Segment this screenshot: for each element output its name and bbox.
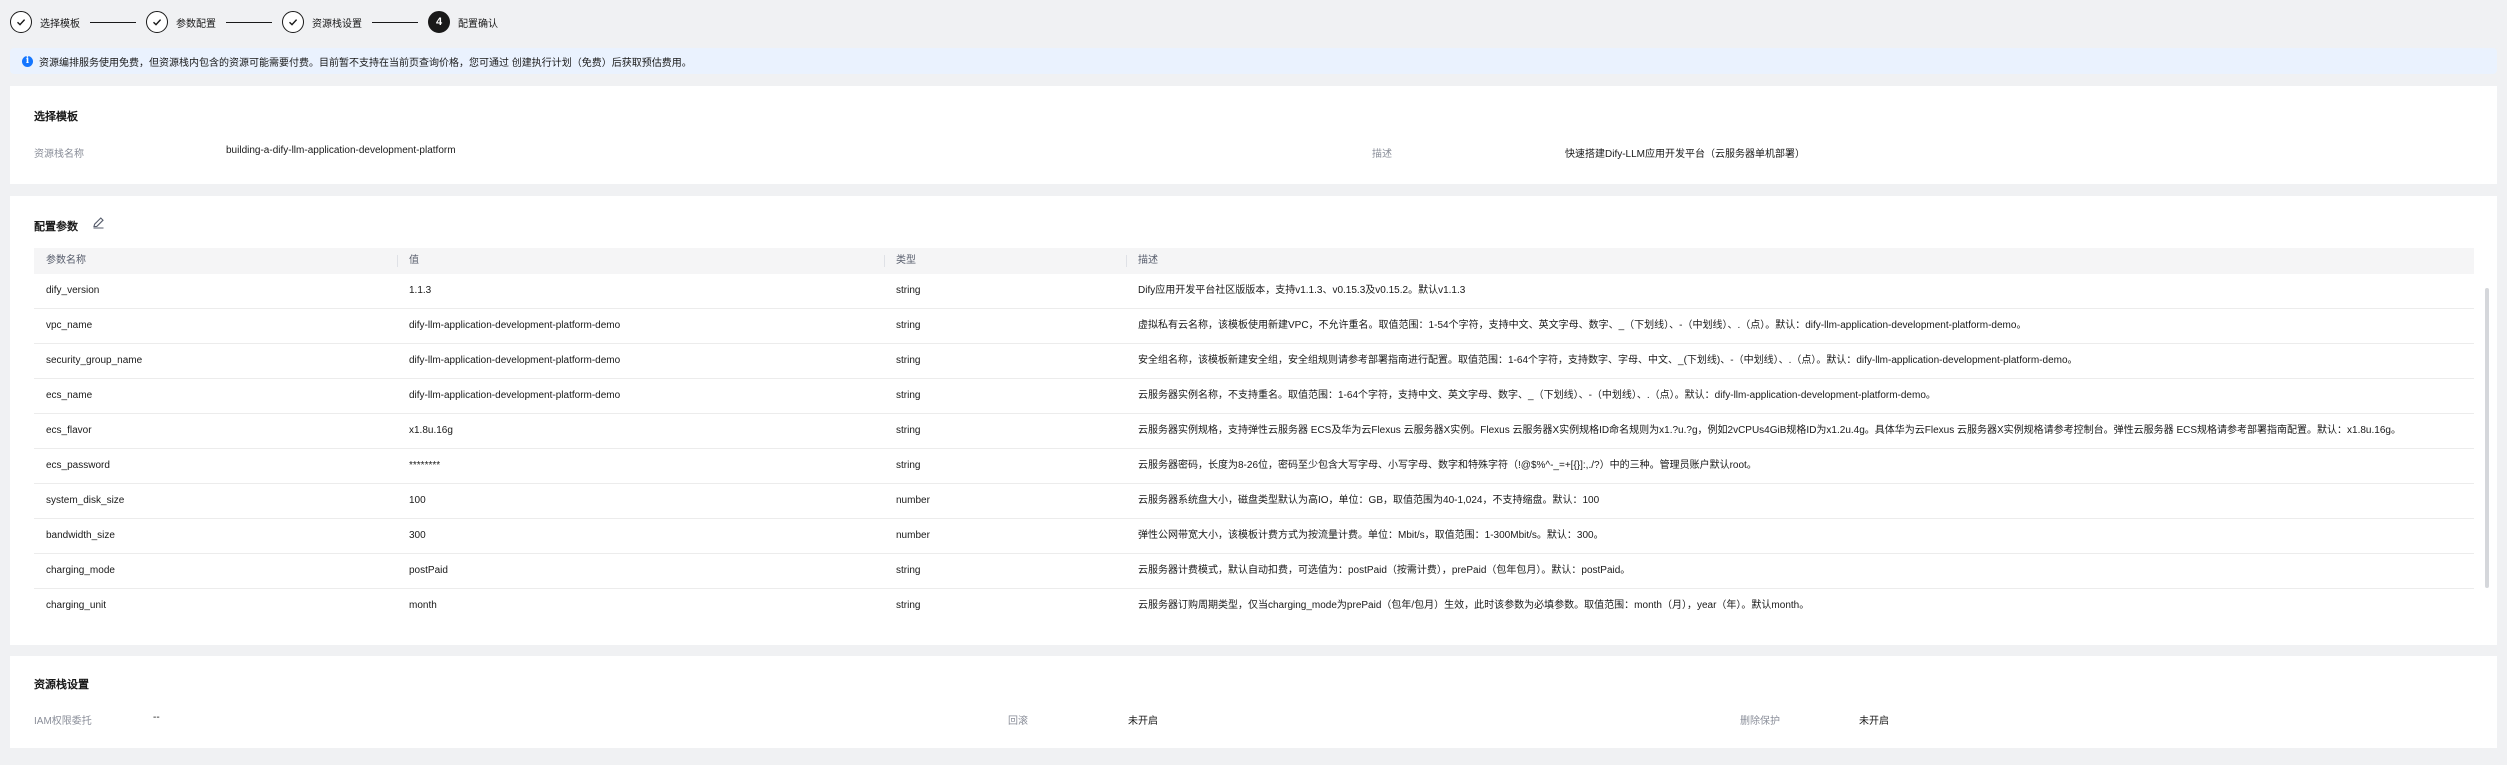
step-label: 选择模板: [40, 18, 80, 30]
column-divider: [1126, 255, 1127, 267]
param-type: string: [896, 390, 921, 401]
param-value: dify-llm-application-development-platfor…: [409, 355, 621, 366]
param-name: charging_unit: [46, 600, 107, 611]
step-label: 资源栈设置: [312, 18, 362, 30]
param-value: ********: [409, 460, 441, 471]
param-name: ecs_password: [46, 460, 110, 471]
param-type: string: [896, 600, 921, 611]
param-description: 虚拟私有云名称，该模板使用新建VPC，不允许重名。取值范围：1-54个字符，支持…: [1138, 320, 2027, 331]
step-stack-settings[interactable]: 资源栈设置: [282, 11, 362, 33]
column-divider: [397, 255, 398, 267]
param-description: 云服务器密码，长度为8-26位，密码至少包含大写字母、小写字母、数字和特殊字符（…: [1138, 460, 1757, 471]
column-divider: [884, 255, 885, 267]
param-description: Dify应用开发平台社区版版本，支持v1.1.3、v0.15.3及v0.15.2…: [1138, 285, 1466, 296]
step-param-config[interactable]: 参数配置: [146, 11, 216, 33]
param-type: string: [896, 285, 921, 296]
table-row: ecs_password ******** string 云服务器密码，长度为8…: [34, 449, 2474, 484]
column-header: 值: [409, 255, 419, 266]
param-description: 云服务器系统盘大小，磁盘类型默认为高IO，单位：GB，取值范围为40-1,024…: [1138, 495, 1600, 506]
stepper: 选择模板 参数配置 资源栈设置 4 配置确认: [10, 9, 498, 35]
table-row: security_group_name dify-llm-application…: [34, 344, 2474, 379]
param-name: ecs_flavor: [46, 425, 92, 436]
table-header: 参数名称 值 类型 描述: [34, 248, 2474, 274]
description-label: 描述: [1372, 149, 1392, 160]
stack-settings-section: 资源栈设置 IAM权限委托 -- 回滚 未开启 删除保护 未开启: [10, 656, 2497, 748]
column-header: 参数名称: [46, 255, 86, 266]
stack-name-value: building-a-dify-llm-application-developm…: [226, 145, 456, 156]
table-row: vpc_name dify-llm-application-developmen…: [34, 309, 2474, 344]
table-scrollbar[interactable]: [2485, 288, 2489, 588]
delete-protection-value: 未开启: [1859, 716, 1889, 727]
param-type: string: [896, 460, 921, 471]
param-name: charging_mode: [46, 565, 115, 576]
param-description: 云服务器订购周期类型，仅当charging_mode为prePaid（包年/包月…: [1138, 600, 1810, 611]
check-icon: [10, 11, 32, 33]
step-confirm: 4 配置确认: [428, 11, 498, 33]
column-header: 类型: [896, 255, 916, 266]
section-title: 配置参数: [34, 221, 78, 233]
section-title: 资源栈设置: [34, 679, 89, 691]
param-description: 云服务器实例名称，不支持重名。取值范围：1-64个字符，支持中文、英文字母、数字…: [1138, 390, 1936, 401]
param-type: string: [896, 355, 921, 366]
table-row: bandwidth_size 300 number 弹性公网带宽大小，该模板计费…: [34, 519, 2474, 554]
column-header: 描述: [1138, 255, 1158, 266]
banner-text: 资源编排服务使用免费，但资源栈内包含的资源可能需要付费。目前暂不支持在当前页查询…: [39, 57, 692, 69]
param-type: number: [896, 495, 930, 506]
table-row: ecs_flavor x1.8u.16g string 云服务器实例规格，支持弹…: [34, 414, 2474, 449]
param-name: security_group_name: [46, 355, 143, 366]
step-select-template[interactable]: 选择模板: [10, 11, 80, 33]
param-name: bandwidth_size: [46, 530, 115, 541]
template-section: 选择模板 资源栈名称 building-a-dify-llm-applicati…: [10, 86, 2497, 184]
check-icon: [282, 11, 304, 33]
stack-name-label: 资源栈名称: [34, 149, 84, 160]
step-label: 配置确认: [458, 18, 498, 30]
param-type: number: [896, 530, 930, 541]
param-value: 100: [409, 495, 426, 506]
section-title: 选择模板: [34, 111, 78, 123]
table-row: dify_version 1.1.3 string Dify应用开发平台社区版版…: [34, 274, 2474, 309]
rollback-value: 未开启: [1128, 716, 1158, 727]
param-value: x1.8u.16g: [409, 425, 453, 436]
param-type: string: [896, 425, 921, 436]
step-connector: [90, 21, 136, 23]
check-icon: [146, 11, 168, 33]
table-row: system_disk_size 100 number 云服务器系统盘大小，磁盘…: [34, 484, 2474, 519]
iam-delegation-label: IAM权限委托: [34, 716, 92, 727]
param-description: 云服务器实例规格，支持弹性云服务器 ECS及华为云Flexus 云服务器X实例。…: [1138, 425, 2401, 436]
edit-icon[interactable]: [92, 216, 105, 229]
param-description: 安全组名称，该模板新建安全组，安全组规则请参考部署指南进行配置。取值范围：1-6…: [1138, 355, 2078, 366]
param-value: month: [409, 600, 437, 611]
param-description: 云服务器计费模式，默认自动扣费，可选值为：postPaid（按需计费），preP…: [1138, 565, 1631, 576]
table-row: charging_unit month string 云服务器订购周期类型，仅当…: [34, 589, 2474, 623]
param-value: dify-llm-application-development-platfor…: [409, 390, 621, 401]
param-value: 300: [409, 530, 426, 541]
step-connector: [226, 21, 272, 23]
param-type: string: [896, 320, 921, 331]
step-connector: [372, 21, 418, 23]
rollback-label: 回滚: [1008, 716, 1028, 727]
param-name: vpc_name: [46, 320, 93, 331]
table-row: charging_mode postPaid string 云服务器计费模式，默…: [34, 554, 2474, 589]
param-value: 1.1.3: [409, 285, 432, 296]
info-banner: i 资源编排服务使用免费，但资源栈内包含的资源可能需要付费。目前暂不支持在当前页…: [10, 48, 2497, 74]
params-section: 配置参数 参数名称 值 类型 描述 dify_version 1.1.3 str…: [10, 196, 2497, 645]
table-row: ecs_name dify-llm-application-developmen…: [34, 379, 2474, 414]
iam-delegation-value: --: [153, 712, 160, 723]
param-name: system_disk_size: [46, 495, 125, 506]
step-label: 参数配置: [176, 18, 216, 30]
description-value: 快速搭建Dify-LLM应用开发平台（云服务器单机部署）: [1565, 149, 1806, 160]
param-name: ecs_name: [46, 390, 93, 401]
param-value: postPaid: [409, 565, 448, 576]
info-icon: i: [22, 55, 33, 67]
param-value: dify-llm-application-development-platfor…: [409, 320, 621, 331]
step-number: 4: [428, 11, 450, 33]
param-type: string: [896, 565, 921, 576]
param-name: dify_version: [46, 285, 100, 296]
delete-protection-label: 删除保护: [1740, 716, 1780, 727]
params-table: 参数名称 值 类型 描述 dify_version 1.1.3 string D…: [34, 248, 2474, 623]
param-description: 弹性公网带宽大小，该模板计费方式为按流量计费。单位：Mbit/s，取值范围：1-…: [1138, 530, 1604, 541]
